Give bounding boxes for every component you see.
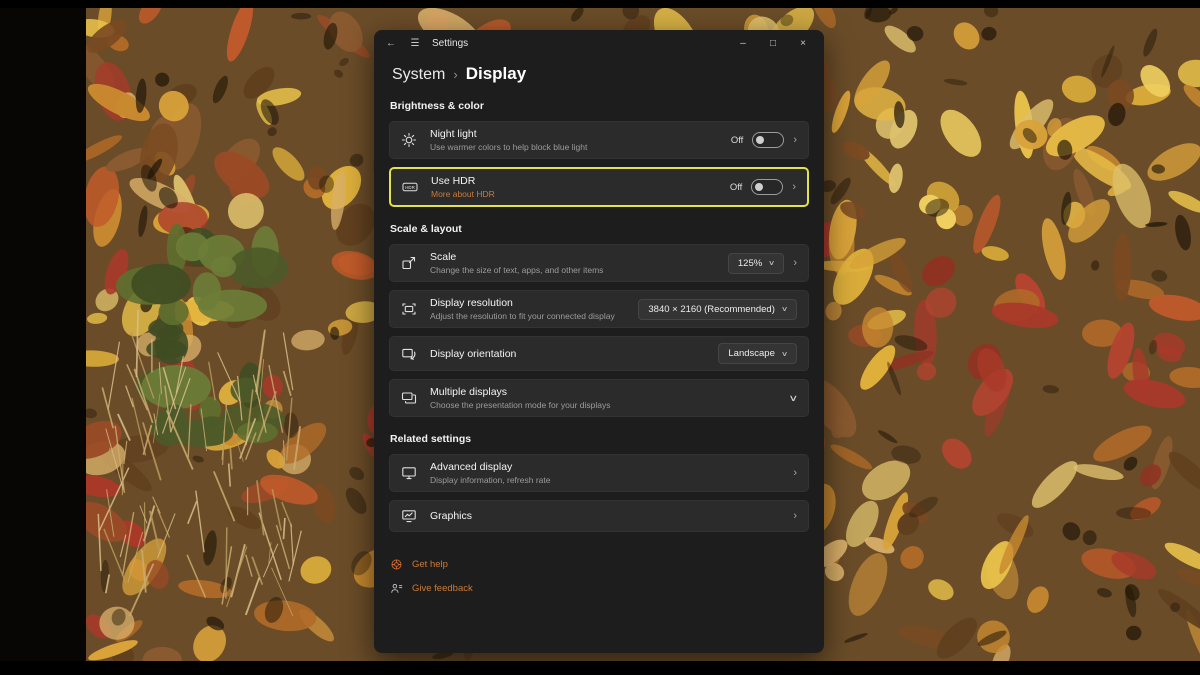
scale-dropdown-value: 125% bbox=[737, 257, 763, 269]
advanced-display-title: Advanced display bbox=[430, 461, 513, 473]
graphics-icon bbox=[401, 508, 417, 524]
section-related-settings: Related settings bbox=[390, 433, 472, 445]
scale-subtitle: Change the size of text, apps, and other… bbox=[430, 265, 604, 275]
display-resolution-text: Display resolution Adjust the resolution… bbox=[430, 297, 628, 321]
display-resolution-dropdown-value: 3840 × 2160 (Recommended) bbox=[648, 303, 775, 315]
display-orientation-card[interactable]: Display orientation Landscape ∨ bbox=[389, 336, 809, 371]
advanced-display-text: Advanced display Display information, re… bbox=[430, 461, 783, 485]
help-footer: Get help Give feedback bbox=[389, 540, 809, 624]
night-light-card[interactable]: Night light Use warmer colors to help bl… bbox=[389, 121, 809, 159]
chevron-right-icon: › bbox=[793, 467, 797, 479]
advanced-display-card[interactable]: Advanced display Display information, re… bbox=[389, 454, 809, 492]
use-hdr-text: Use HDR More about HDR bbox=[431, 175, 720, 199]
night-light-title: Night light bbox=[430, 128, 477, 140]
minimize-button[interactable]: – bbox=[736, 38, 750, 49]
scale-controls: 125% ∨ › bbox=[727, 252, 797, 274]
section-brightness-color: Brightness & color bbox=[390, 100, 484, 112]
night-light-text: Night light Use warmer colors to help bl… bbox=[430, 128, 721, 152]
graphics-title: Graphics bbox=[430, 510, 473, 522]
multiple-displays-subtitle: Choose the presentation mode for your di… bbox=[430, 400, 611, 410]
multiple-displays-text: Multiple displays Choose the presentatio… bbox=[430, 386, 780, 410]
use-hdr-title: Use HDR bbox=[431, 175, 476, 187]
titlebar[interactable]: ← ☰ Settings – □ × bbox=[374, 30, 824, 56]
close-button[interactable]: × bbox=[796, 38, 810, 49]
night-light-subtitle: Use warmer colors to help block blue lig… bbox=[430, 142, 588, 152]
display-resolution-subtitle: Adjust the resolution to fit your connec… bbox=[430, 311, 615, 321]
multiple-displays-card[interactable]: Multiple displays Choose the presentatio… bbox=[389, 379, 809, 417]
section-scale-layout: Scale & layout bbox=[390, 223, 462, 235]
chevron-right-icon: › bbox=[793, 510, 797, 522]
give-feedback-label: Give feedback bbox=[412, 583, 473, 594]
scale-dropdown[interactable]: 125% ∨ bbox=[727, 252, 785, 274]
graphics-card[interactable]: Graphics › bbox=[389, 500, 809, 532]
use-hdr-state: Off bbox=[729, 181, 743, 193]
breadcrumb-system[interactable]: System bbox=[392, 66, 445, 84]
scale-icon bbox=[401, 255, 417, 271]
scale-text: Scale Change the size of text, apps, and… bbox=[430, 251, 718, 275]
chevron-down-icon: ∨ bbox=[780, 350, 789, 358]
display-orientation-icon bbox=[401, 346, 417, 362]
get-help-link[interactable]: Get help bbox=[390, 558, 808, 571]
chevron-right-icon: › bbox=[792, 181, 796, 193]
night-light-state: Off bbox=[730, 134, 744, 146]
breadcrumb: System › Display bbox=[374, 56, 824, 96]
display-orientation-dropdown-value: Landscape bbox=[728, 348, 775, 359]
breadcrumb-separator-icon: › bbox=[453, 67, 458, 82]
scale-title: Scale bbox=[430, 251, 457, 263]
display-resolution-title: Display resolution bbox=[430, 297, 513, 309]
graphics-text: Graphics bbox=[430, 510, 783, 522]
get-help-label: Get help bbox=[412, 559, 448, 570]
multiple-displays-icon bbox=[401, 390, 417, 406]
window-controls: – □ × bbox=[736, 38, 814, 49]
scale-card[interactable]: Scale Change the size of text, apps, and… bbox=[389, 244, 809, 282]
multiple-displays-title: Multiple displays bbox=[430, 386, 508, 398]
display-resolution-dropdown[interactable]: 3840 × 2160 (Recommended) ∨ bbox=[638, 298, 797, 320]
help-icon bbox=[390, 558, 403, 571]
settings-window: ← ☰ Settings – □ × System › Display Brig… bbox=[374, 30, 824, 653]
more-about-hdr-link[interactable]: More about HDR bbox=[431, 190, 720, 199]
advanced-display-subtitle: Display information, refresh rate bbox=[430, 475, 551, 485]
display-orientation-title: Display orientation bbox=[430, 347, 517, 360]
settings-content: Brightness & color Night light Use warme… bbox=[374, 100, 824, 624]
advanced-display-controls: › bbox=[793, 467, 797, 479]
screen: ← ☰ Settings – □ × System › Display Brig… bbox=[0, 0, 1200, 675]
display-orientation-controls: Landscape ∨ bbox=[718, 343, 797, 364]
maximize-button[interactable]: □ bbox=[766, 38, 780, 49]
display-orientation-dropdown[interactable]: Landscape ∨ bbox=[718, 343, 797, 364]
page-title: Display bbox=[465, 64, 527, 83]
back-icon[interactable]: ← bbox=[384, 38, 398, 49]
window-title: Settings bbox=[432, 37, 469, 49]
hdr-icon: HDR bbox=[402, 179, 418, 195]
display-orientation-text: Display orientation bbox=[430, 348, 708, 360]
multiple-displays-controls: ∨ bbox=[789, 393, 799, 404]
chevron-right-icon: › bbox=[793, 257, 797, 269]
night-light-icon bbox=[401, 132, 417, 148]
use-hdr-toggle[interactable] bbox=[751, 179, 784, 195]
advanced-display-icon bbox=[401, 465, 417, 481]
display-resolution-card[interactable]: Display resolution Adjust the resolution… bbox=[389, 290, 809, 328]
display-resolution-icon bbox=[401, 301, 417, 317]
display-resolution-controls: 3840 × 2160 (Recommended) ∨ bbox=[638, 298, 797, 320]
use-hdr-card[interactable]: HDR Use HDR More about HDR Off › bbox=[389, 167, 809, 207]
svg-text:HDR: HDR bbox=[405, 185, 415, 190]
menu-icon[interactable]: ☰ bbox=[408, 38, 422, 49]
feedback-icon bbox=[390, 582, 403, 595]
night-light-controls: Off › bbox=[731, 132, 797, 148]
night-light-toggle[interactable] bbox=[752, 132, 785, 148]
chevron-down-icon: ∨ bbox=[780, 306, 789, 313]
use-hdr-controls: Off › bbox=[730, 179, 796, 195]
expand-chevron-down-icon[interactable]: ∨ bbox=[789, 393, 799, 404]
graphics-controls: › bbox=[793, 510, 797, 522]
chevron-right-icon: › bbox=[793, 134, 797, 146]
give-feedback-link[interactable]: Give feedback bbox=[390, 582, 808, 595]
chevron-down-icon: ∨ bbox=[768, 260, 776, 267]
